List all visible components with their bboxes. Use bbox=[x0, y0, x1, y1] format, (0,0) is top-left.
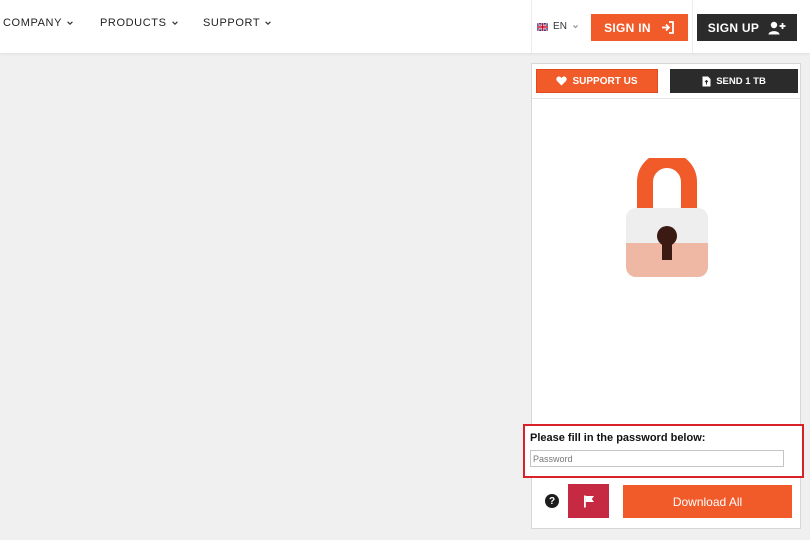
nav-company[interactable]: COMPANY bbox=[3, 17, 74, 29]
sign-up-button[interactable]: SIGN UP bbox=[697, 14, 797, 41]
sign-up-label: SIGN UP bbox=[707, 20, 760, 35]
nav-products-label: PRODUCTS bbox=[100, 17, 167, 29]
download-all-button[interactable]: Download All bbox=[623, 485, 792, 518]
password-input[interactable] bbox=[530, 450, 784, 467]
header-divider bbox=[692, 0, 693, 53]
add-user-icon bbox=[768, 21, 786, 34]
support-us-button[interactable]: SUPPORT US bbox=[536, 69, 658, 93]
send-1tb-button[interactable]: SEND 1 TB bbox=[670, 69, 798, 93]
top-navigation-bar: COMPANY PRODUCTS SUPPORT EN SIGN IN SIGN… bbox=[0, 0, 810, 53]
flag-icon bbox=[583, 495, 594, 507]
chevron-down-icon bbox=[572, 25, 578, 29]
report-button[interactable] bbox=[568, 484, 609, 518]
password-prompt: Please fill in the password below: bbox=[530, 432, 706, 444]
panel-divider bbox=[532, 98, 800, 99]
sign-in-button[interactable]: SIGN IN bbox=[591, 14, 688, 41]
help-icon[interactable]: ? bbox=[545, 494, 559, 508]
file-upload-icon bbox=[702, 76, 711, 86]
sign-in-icon bbox=[661, 21, 674, 34]
password-section: Please fill in the password below: bbox=[523, 424, 804, 478]
nav-company-label: COMPANY bbox=[3, 17, 63, 29]
chevron-down-icon bbox=[67, 21, 73, 26]
download-panel: SUPPORT US SEND 1 TB Please fill in the … bbox=[523, 63, 804, 529]
chevron-down-icon bbox=[171, 21, 178, 26]
chevron-down-icon bbox=[265, 21, 272, 26]
padlock-icon bbox=[626, 158, 708, 277]
sign-in-label: SIGN IN bbox=[604, 20, 651, 35]
send-1tb-label: SEND 1 TB bbox=[716, 75, 766, 87]
support-us-label: SUPPORT US bbox=[572, 75, 638, 87]
heart-icon bbox=[556, 76, 568, 86]
nav-products[interactable]: PRODUCTS bbox=[100, 17, 179, 29]
language-code: EN bbox=[553, 21, 567, 32]
language-selector[interactable]: EN bbox=[531, 0, 584, 53]
nav-support[interactable]: SUPPORT bbox=[203, 17, 272, 29]
nav-support-label: SUPPORT bbox=[203, 17, 261, 29]
uk-flag-icon bbox=[537, 22, 549, 31]
